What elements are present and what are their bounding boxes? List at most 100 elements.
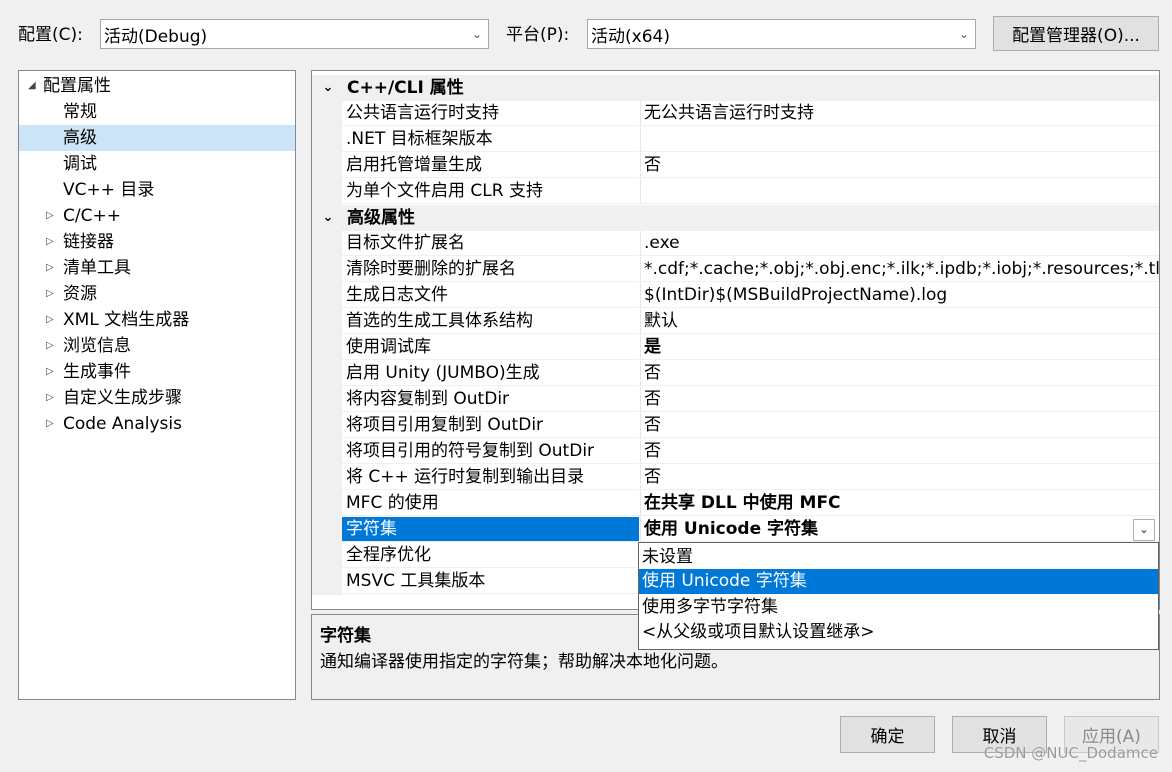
property-value: 否 [640, 153, 1159, 178]
tree-item-label: 链接器 [63, 232, 114, 252]
property-value: 否 [640, 413, 1159, 438]
property-value: 否 [640, 465, 1159, 490]
platform-combo[interactable]: 活动(x64) ⌄ [587, 19, 976, 49]
dropdown-option-selected[interactable]: 使用 Unicode 字符集 [639, 569, 1158, 594]
property-row[interactable]: MFC 的使用 在共享 DLL 中使用 MFC [312, 491, 1159, 517]
property-name: 将 C++ 运行时复制到输出目录 [342, 465, 639, 490]
ok-button[interactable]: 确定 [840, 716, 935, 753]
property-name: .NET 目标框架版本 [342, 127, 639, 152]
collapsed-triangle-icon: ▷ [46, 236, 54, 247]
charset-value-text: 使用 Unicode 字符集 [644, 519, 819, 539]
tree-item-cpp[interactable]: ▷ C/C++ [19, 203, 295, 229]
tree-item-label: 浏览信息 [63, 336, 131, 356]
property-tree[interactable]: ◢ 配置属性 常规 高级 调试 VC++ 目录 ▷ C/C++ ▷ 链接器 ▷ 清单工… [18, 70, 296, 700]
property-row[interactable]: 将项目引用复制到 OutDir 否 [312, 413, 1159, 439]
property-name: MFC 的使用 [342, 491, 639, 516]
tree-item-label: Code Analysis [63, 414, 182, 434]
property-row[interactable]: 将项目引用的符号复制到 OutDir 否 [312, 439, 1159, 465]
property-name: 全程序优化 [342, 543, 639, 568]
property-value: .exe [640, 231, 1159, 256]
dropdown-option[interactable]: 未设置 [639, 545, 1158, 570]
property-grid[interactable]: ⌄ C++/CLI 属性 公共语言运行时支持 无公共语言运行时支持 .NET 目标框… [311, 70, 1160, 610]
collapsed-triangle-icon: ▷ [46, 366, 54, 377]
tree-item-debugging[interactable]: 调试 [19, 151, 295, 177]
category-cli[interactable]: ⌄ C++/CLI 属性 [312, 75, 1159, 101]
property-row[interactable]: 清除时要删除的扩展名 *.cdf;*.cache;*.obj;*.obj.enc;… [312, 257, 1159, 283]
collapsed-triangle-icon: ▷ [46, 262, 54, 273]
property-value: 无公共语言运行时支持 [640, 101, 1159, 126]
property-value: $(IntDir)$(MSBuildProjectName).log [640, 283, 1159, 308]
tree-item-label: 配置属性 [43, 76, 111, 96]
tree-item-xml-doc[interactable]: ▷ XML 文档生成器 [19, 307, 295, 333]
collapsed-triangle-icon: ▷ [46, 210, 54, 221]
property-value: *.cdf;*.cache;*.obj;*.obj.enc;*.ilk;*.ip… [640, 257, 1159, 282]
chevron-down-icon: ⌄ [471, 27, 483, 41]
property-row[interactable]: 将内容复制到 OutDir 否 [312, 387, 1159, 413]
property-row[interactable]: 首选的生成工具体系结构 默认 [312, 309, 1159, 335]
property-row[interactable]: 使用调试库是 [312, 335, 1159, 361]
platform-label: 平台(P): [506, 25, 570, 45]
category-label: C++/CLI 属性 [347, 78, 464, 98]
property-value: 在共享 DLL 中使用 MFC [640, 491, 1159, 516]
tree-item-general[interactable]: 常规 [19, 99, 295, 125]
collapsed-triangle-icon: ▷ [46, 392, 54, 403]
config-manager-button[interactable]: 配置管理器(O)... [993, 16, 1159, 51]
tree-item-label: 自定义生成步骤 [63, 388, 182, 408]
property-row[interactable]: 将 C++ 运行时复制到输出目录否 [312, 465, 1159, 491]
tree-item-browse-info[interactable]: ▷ 浏览信息 [19, 333, 295, 359]
tree-item-linker[interactable]: ▷ 链接器 [19, 229, 295, 255]
dropdown-button[interactable]: ⌄ [1133, 519, 1155, 541]
property-name: 公共语言运行时支持 [342, 101, 639, 126]
dropdown-option[interactable]: <从父级或项目默认设置继承> [639, 620, 1158, 645]
property-row[interactable]: .NET 目标框架版本 [312, 127, 1159, 153]
property-value [640, 127, 1159, 152]
property-name: 使用调试库 [342, 335, 639, 360]
tree-item-advanced[interactable]: 高级 [19, 125, 295, 151]
chevron-down-icon: ⌄ [958, 27, 970, 41]
property-row[interactable]: 为单个文件启用 CLR 支持 [312, 179, 1159, 205]
tree-item-code-analysis[interactable]: ▷ Code Analysis [19, 411, 295, 437]
property-value [640, 179, 1159, 204]
tree-item-label: 生成事件 [63, 362, 131, 382]
property-name: 为单个文件启用 CLR 支持 [342, 179, 639, 204]
tree-item-label: VC++ 目录 [63, 180, 155, 200]
description-text: 通知编译器使用指定的字符集；帮助解决本地化问题。 [320, 652, 728, 672]
tree-item-manifest-tool[interactable]: ▷ 清单工具 [19, 255, 295, 281]
tree-item-label: C/C++ [63, 206, 121, 226]
category-advanced[interactable]: ⌄ 高级属性 [312, 205, 1159, 231]
dropdown-option[interactable]: 使用多字节字符集 [639, 595, 1158, 620]
tree-item-vc-directories[interactable]: VC++ 目录 [19, 177, 295, 203]
property-value: 否 [640, 387, 1159, 412]
tree-item-label: 常规 [63, 102, 97, 122]
tree-item-label: 清单工具 [63, 258, 131, 278]
chevron-down-icon: ⌄ [322, 210, 334, 225]
property-row[interactable]: 生成日志文件 $(IntDir)$(MSBuildProjectName).log [312, 283, 1159, 309]
charset-dropdown-list[interactable]: 未设置 使用 Unicode 字符集 使用多字节字符集 <从父级或项目默认设置继… [638, 542, 1159, 650]
property-row[interactable]: 启用托管增量生成否 [312, 153, 1159, 179]
property-name: 字符集 [342, 517, 639, 542]
config-combo[interactable]: 活动(Debug) ⌄ [100, 19, 489, 49]
collapsed-triangle-icon: ▷ [46, 314, 54, 325]
tree-item-label: 高级 [63, 128, 97, 148]
property-name: 启用 Unity (JUMBO)生成 [342, 361, 639, 386]
tree-item-resources[interactable]: ▷ 资源 [19, 281, 295, 307]
tree-item-build-events[interactable]: ▷ 生成事件 [19, 359, 295, 385]
property-name: MSVC 工具集版本 [342, 569, 639, 594]
property-row[interactable]: 公共语言运行时支持 无公共语言运行时支持 [312, 101, 1159, 127]
property-value: 默认 [640, 309, 1159, 334]
property-row[interactable]: 目标文件扩展名 .exe [312, 231, 1159, 257]
property-name: 启用托管增量生成 [342, 153, 639, 178]
chevron-down-icon: ⌄ [322, 80, 334, 95]
tree-item-config-properties[interactable]: ◢ 配置属性 [19, 73, 295, 99]
tree-item-custom-build[interactable]: ▷ 自定义生成步骤 [19, 385, 295, 411]
property-name: 将项目引用复制到 OutDir [342, 413, 639, 438]
property-row-charset[interactable]: 字符集 使用 Unicode 字符集 ⌄ [312, 517, 1159, 543]
property-row[interactable]: 启用 Unity (JUMBO)生成否 [312, 361, 1159, 387]
description-title: 字符集 [320, 626, 371, 646]
property-name: 首选的生成工具体系结构 [342, 309, 639, 334]
property-value: 使用 Unicode 字符集 ⌄ [640, 517, 1159, 542]
tree-item-label: 资源 [63, 284, 97, 304]
property-name: 将项目引用的符号复制到 OutDir [342, 439, 639, 464]
property-value: 否 [640, 361, 1159, 386]
collapsed-triangle-icon: ▷ [46, 288, 54, 299]
